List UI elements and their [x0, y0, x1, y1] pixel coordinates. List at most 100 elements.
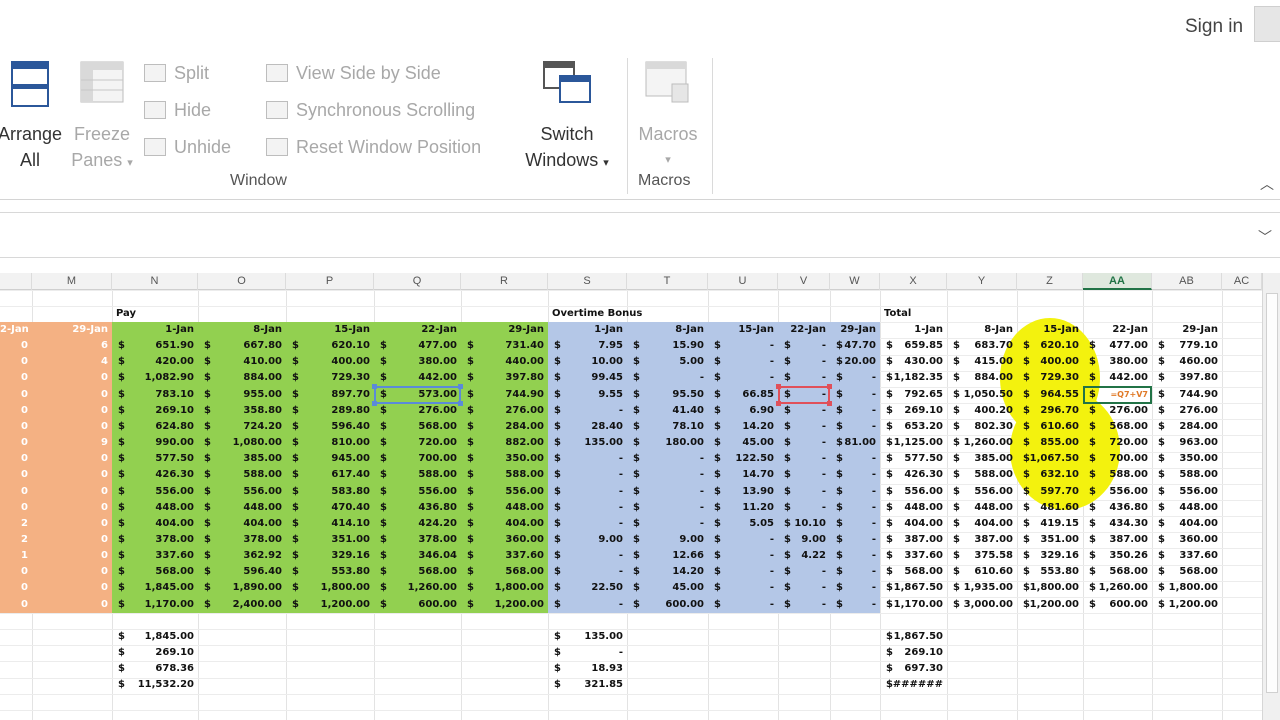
switch-windows-button[interactable]: Switch Windows ▾ — [516, 60, 618, 176]
column-header-r[interactable]: R — [461, 273, 548, 290]
hours-cell[interactable]: 0 — [32, 532, 108, 548]
summary-total-cell[interactable]: ###### — [880, 677, 943, 693]
pay-cell[interactable]: 397.80 — [461, 370, 544, 386]
hours-cell[interactable]: 0 — [0, 500, 28, 516]
arrange-all-button[interactable]: Arrange All — [0, 60, 62, 173]
overtime-cell[interactable]: 99.45 — [548, 370, 623, 386]
total-cell[interactable]: 442.00 — [1083, 370, 1148, 386]
total-cell[interactable]: 1,170.00 — [880, 597, 943, 613]
pay-cell[interactable]: 378.00 — [374, 532, 457, 548]
overtime-cell[interactable]: 45.00 — [708, 435, 774, 451]
overtime-cell[interactable]: - — [830, 387, 876, 403]
total-cell[interactable]: 415.00 — [947, 354, 1013, 370]
overtime-cell[interactable]: - — [708, 580, 774, 596]
overtime-cell[interactable]: - — [778, 354, 826, 370]
overtime-cell[interactable]: 95.50 — [627, 387, 704, 403]
date-header[interactable]: 29-Jan — [830, 322, 876, 338]
overtime-cell[interactable]: - — [548, 451, 623, 467]
pay-cell[interactable]: 731.40 — [461, 338, 544, 354]
column-header-ab[interactable]: AB — [1152, 273, 1222, 290]
pay-cell[interactable]: 380.00 — [374, 354, 457, 370]
pay-cell[interactable]: 577.50 — [112, 451, 194, 467]
total-cell[interactable]: 588.00 — [947, 467, 1013, 483]
total-cell[interactable]: 337.60 — [880, 548, 943, 564]
date-header[interactable]: 22-Jan — [374, 322, 457, 338]
date-header[interactable]: 1-Jan — [548, 322, 623, 338]
overtime-cell[interactable]: - — [830, 484, 876, 500]
total-cell[interactable]: 884.00 — [947, 370, 1013, 386]
column-header[interactable] — [0, 273, 32, 290]
total-cell[interactable]: 284.00 — [1152, 419, 1218, 435]
worksheet-grid[interactable]: Pay Overtime Bonus Total 2-Jan 29-Jan 1-Jan 8-… — [0, 290, 1262, 720]
total-cell[interactable]: 855.00 — [1017, 435, 1079, 451]
overtime-cell[interactable]: - — [548, 597, 623, 613]
hours-cell[interactable]: 0 — [32, 564, 108, 580]
pay-cell[interactable]: 990.00 — [112, 435, 194, 451]
total-cell[interactable]: 779.10 — [1152, 338, 1218, 354]
hours-cell[interactable]: 0 — [32, 516, 108, 532]
pay-cell[interactable]: 1,080.00 — [198, 435, 282, 451]
summary-overtime-cell[interactable]: 135.00 — [548, 629, 623, 645]
overtime-cell[interactable]: 20.00 — [830, 354, 876, 370]
hours-cell[interactable]: 0 — [0, 580, 28, 596]
pay-cell[interactable]: 1,082.90 — [112, 370, 194, 386]
pay-cell[interactable]: 440.00 — [461, 354, 544, 370]
overtime-cell[interactable]: - — [708, 338, 774, 354]
overtime-cell[interactable]: 45.00 — [627, 580, 704, 596]
summary-overtime-cell[interactable]: 321.85 — [548, 677, 623, 693]
total-cell[interactable]: 1,067.50 — [1017, 451, 1079, 467]
pay-cell[interactable]: 600.00 — [374, 597, 457, 613]
overtime-cell[interactable]: - — [708, 370, 774, 386]
reset-window-position-button[interactable]: Reset Window Position — [266, 133, 481, 161]
total-cell[interactable]: 964.55 — [1017, 387, 1079, 403]
total-cell[interactable]: 659.85 — [880, 338, 943, 354]
pay-cell[interactable]: 442.00 — [374, 370, 457, 386]
total-cell[interactable]: 397.80 — [1152, 370, 1218, 386]
total-cell[interactable]: 632.10 — [1017, 467, 1079, 483]
date-header[interactable]: 8-Jan — [627, 322, 704, 338]
pay-cell[interactable]: 426.30 — [112, 467, 194, 483]
pay-cell[interactable]: 358.80 — [198, 403, 282, 419]
overtime-cell[interactable]: - — [830, 467, 876, 483]
hide-button[interactable]: Hide — [144, 96, 211, 124]
pay-cell[interactable]: 350.00 — [461, 451, 544, 467]
freeze-panes-button[interactable]: Freeze Panes ▾ — [66, 60, 138, 176]
overtime-cell[interactable]: 41.40 — [627, 403, 704, 419]
pay-cell[interactable]: 568.00 — [374, 564, 457, 580]
overtime-cell[interactable]: - — [548, 467, 623, 483]
total-cell[interactable]: 597.70 — [1017, 484, 1079, 500]
column-header-s[interactable]: S — [548, 273, 627, 290]
total-cell[interactable]: 360.00 — [1152, 532, 1218, 548]
date-header[interactable]: 29-Jan — [1152, 322, 1218, 338]
total-cell[interactable]: 3,000.00 — [947, 597, 1013, 613]
pay-cell[interactable]: 1,845.00 — [112, 580, 194, 596]
hours-cell[interactable]: 1 — [0, 548, 28, 564]
overtime-cell[interactable]: - — [627, 467, 704, 483]
pay-cell[interactable]: 404.00 — [198, 516, 282, 532]
pay-cell[interactable]: 556.00 — [461, 484, 544, 500]
overtime-cell[interactable]: - — [830, 548, 876, 564]
overtime-cell[interactable]: - — [627, 484, 704, 500]
date-header[interactable]: 29-Jan — [32, 322, 108, 338]
date-header[interactable]: 8-Jan — [947, 322, 1013, 338]
total-cell[interactable]: 556.00 — [1152, 484, 1218, 500]
overtime-cell[interactable]: - — [830, 500, 876, 516]
pay-cell[interactable]: 884.00 — [198, 370, 282, 386]
hours-cell[interactable]: 0 — [0, 387, 28, 403]
total-cell[interactable]: 556.00 — [1083, 484, 1148, 500]
pay-cell[interactable]: 810.00 — [286, 435, 370, 451]
overtime-cell[interactable]: - — [548, 564, 623, 580]
overtime-cell[interactable]: - — [708, 532, 774, 548]
column-header-t[interactable]: T — [627, 273, 708, 290]
total-cell[interactable]: 419.15 — [1017, 516, 1079, 532]
pay-cell[interactable]: 720.00 — [374, 435, 457, 451]
total-cell[interactable]: 1,182.35 — [880, 370, 943, 386]
summary-pay-cell[interactable]: 11,532.20 — [112, 677, 194, 693]
hours-cell[interactable]: 0 — [32, 370, 108, 386]
pay-cell[interactable]: 568.00 — [461, 564, 544, 580]
pay-cell[interactable]: 410.00 — [198, 354, 282, 370]
column-header-z[interactable]: Z — [1017, 273, 1083, 290]
synchronous-scrolling-button[interactable]: Synchronous Scrolling — [266, 96, 475, 124]
overtime-cell[interactable]: 6.90 — [708, 403, 774, 419]
pay-cell[interactable]: 744.90 — [461, 387, 544, 403]
